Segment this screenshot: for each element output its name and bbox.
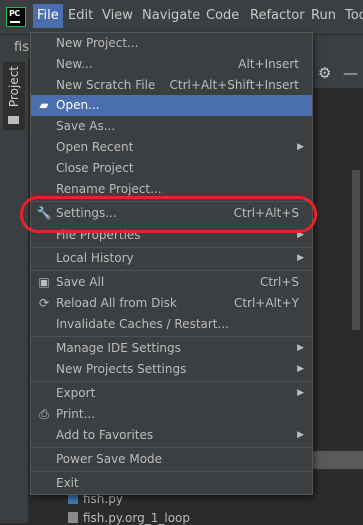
menu-item-open-recent[interactable]: Open Recent ▶ (31, 137, 312, 158)
menu-item-exit[interactable]: Exit (31, 473, 312, 494)
menu-item-new[interactable]: New... Alt+Insert (31, 54, 312, 75)
project-tool-tab[interactable]: Project (3, 62, 25, 130)
menu-item-print[interactable]: ⎙ Print... (31, 404, 312, 425)
folder-icon: ▰ (39, 98, 49, 112)
folder-icon (8, 116, 19, 124)
menu-item-power-save-mode[interactable]: Power Save Mode (31, 449, 312, 470)
menu-separator (31, 336, 312, 337)
submenu-arrow-icon: ▶ (297, 142, 304, 152)
menu-item-reload-all[interactable]: ⟳ Reload All from Disk Ctrl+Alt+Y (31, 293, 312, 314)
annotation-highlight-oval (20, 196, 317, 233)
menu-item-save-as[interactable]: Save As... (31, 116, 312, 137)
menu-item-new-project[interactable]: New Project... (31, 33, 312, 54)
menu-file[interactable]: File (33, 4, 63, 28)
submenu-arrow-icon: ▶ (297, 430, 304, 440)
project-tab-label: Project (7, 66, 21, 108)
menu-item-invalidate-caches[interactable]: Invalidate Caches / Restart... (31, 314, 312, 335)
menu-item-open[interactable]: ▰ Open... (31, 95, 312, 116)
menu-item-manage-ide-settings[interactable]: Manage IDE Settings ▶ (31, 338, 312, 359)
menu-item-local-history[interactable]: Local History ▶ (31, 248, 312, 269)
menu-separator (31, 447, 312, 448)
hide-panel-icon[interactable]: — (343, 64, 358, 82)
gear-icon[interactable]: ⚙ (318, 64, 331, 82)
menu-separator (31, 471, 312, 472)
menu-item-close-project[interactable]: Close Project (31, 158, 312, 179)
menu-item-new-projects-settings[interactable]: New Projects Settings ▶ (31, 359, 312, 380)
submenu-arrow-icon: ▶ (297, 343, 304, 353)
printer-icon: ⎙ (39, 407, 49, 421)
menu-edit[interactable]: Edit (68, 8, 93, 23)
menu-navigate[interactable]: Navigate (142, 8, 200, 23)
submenu-arrow-icon: ▶ (297, 388, 304, 398)
selected-tree-row (313, 451, 363, 469)
submenu-arrow-icon: ▶ (297, 253, 304, 263)
menu-item-new-scratch-file[interactable]: New Scratch File Ctrl+Alt+Shift+Insert (31, 75, 312, 96)
menu-code[interactable]: Code (206, 8, 239, 23)
file-icon (68, 512, 78, 523)
reload-icon: ⟳ (38, 296, 50, 310)
menu-refactor[interactable]: Refactor (250, 8, 305, 23)
menu-view[interactable]: View (102, 8, 133, 23)
floppy-disk-icon: ▣ (38, 275, 50, 289)
menu-separator (31, 270, 312, 271)
menu-item-save-all[interactable]: ▣ Save All Ctrl+S (31, 272, 312, 293)
menu-item-add-to-favorites[interactable]: Add to Favorites ▶ (31, 425, 312, 446)
pycharm-logo-icon: PC (6, 7, 26, 27)
submenu-arrow-icon: ▶ (297, 364, 304, 374)
scrollbar[interactable] (352, 170, 360, 330)
menu-bar: PC File Edit View Navigate Code Refactor… (0, 0, 363, 34)
menu-item-export[interactable]: Export ▶ (31, 383, 312, 404)
menu-run[interactable]: Run (311, 8, 336, 23)
menu-separator (31, 381, 312, 382)
menu-tools[interactable]: Too (345, 8, 363, 23)
file-menu-dropdown: New Project... New... Alt+Insert New Scra… (30, 32, 313, 495)
